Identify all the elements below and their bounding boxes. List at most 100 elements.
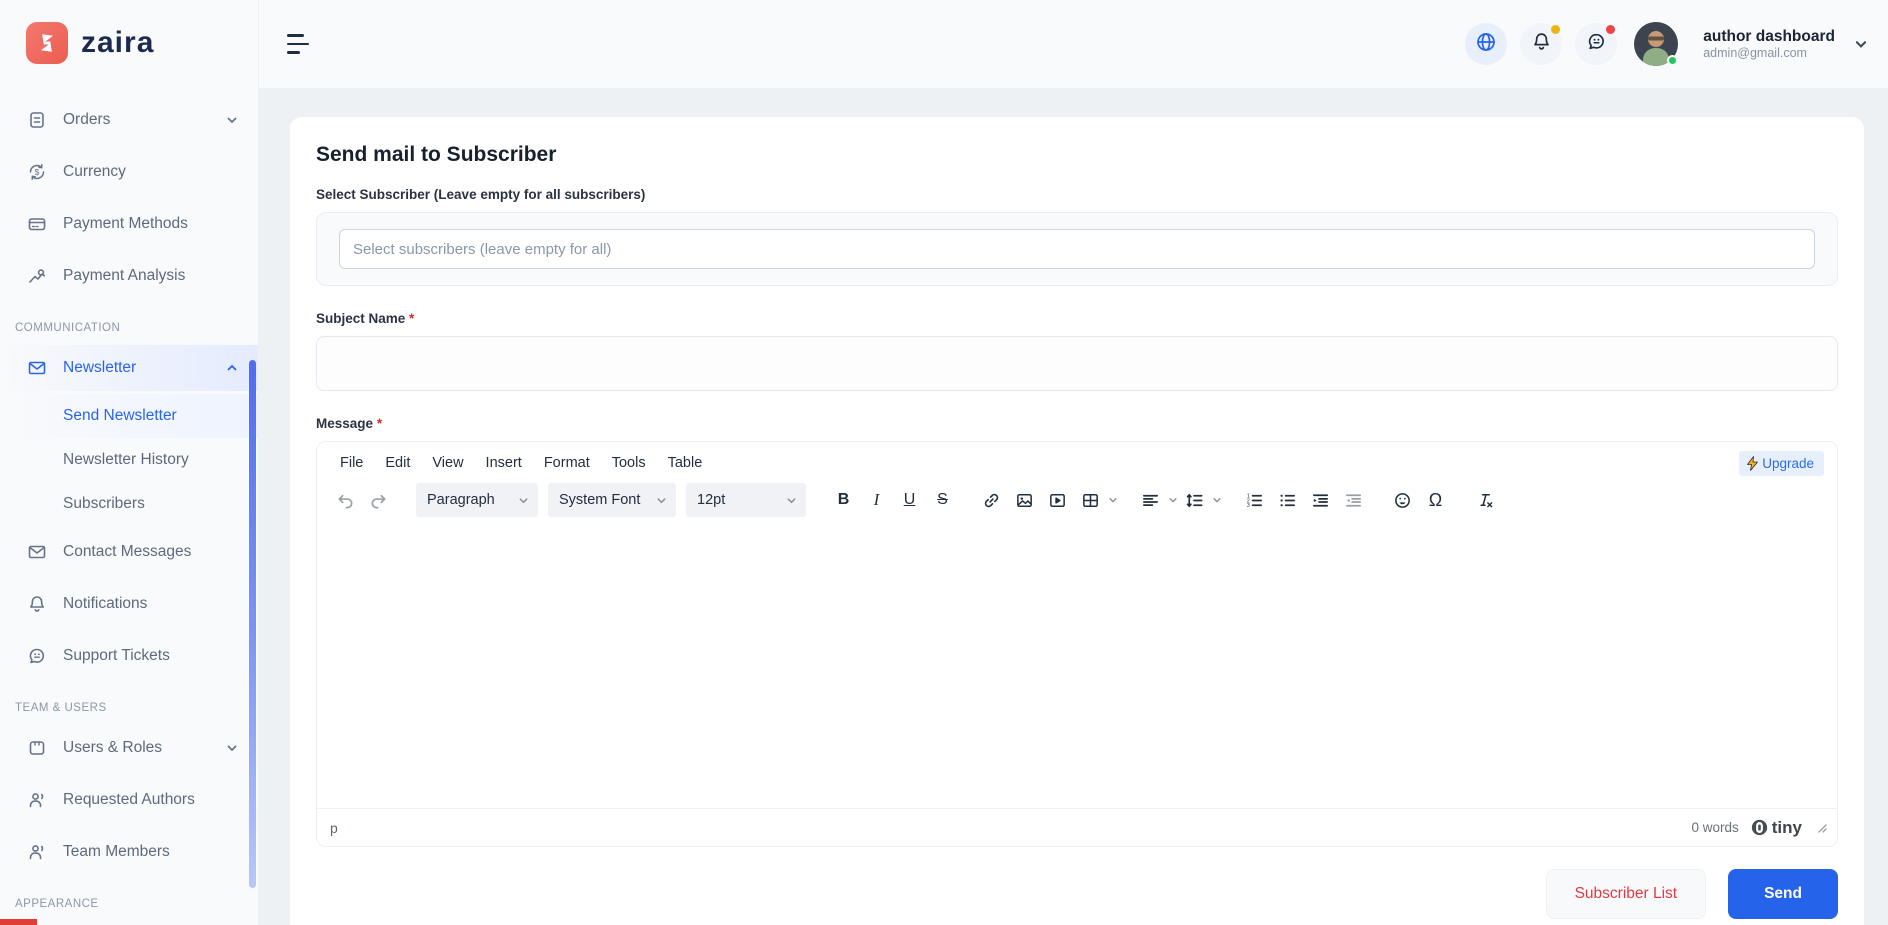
strikethrough-button[interactable]: S bbox=[926, 483, 959, 517]
bell-icon bbox=[1531, 31, 1552, 57]
bold-button[interactable]: B bbox=[827, 483, 860, 517]
notifications-button[interactable] bbox=[1520, 23, 1563, 65]
sidebar-item-label: Orders bbox=[63, 111, 111, 128]
font-size-select[interactable]: 12pt bbox=[686, 483, 806, 517]
sidebar-subitem-subscribers[interactable]: Subscribers bbox=[0, 482, 258, 526]
globe-icon bbox=[1475, 31, 1497, 58]
sidebar-item-label: Payment Methods bbox=[63, 215, 188, 232]
insert-link-button[interactable] bbox=[975, 483, 1008, 517]
sidebar-subitem-newsletter-history[interactable]: Newsletter History bbox=[0, 438, 258, 482]
sidebar-item-users-roles[interactable]: Users & Roles bbox=[0, 722, 258, 774]
sidebar-item-label: Requested Authors bbox=[63, 791, 195, 808]
bullet-list-button[interactable] bbox=[1271, 483, 1304, 517]
editor-content-area[interactable] bbox=[317, 526, 1837, 808]
menu-table[interactable]: Table bbox=[658, 451, 713, 475]
required-asterisk: * bbox=[376, 416, 383, 431]
sidebar-item-team-members[interactable]: Team Members bbox=[0, 826, 258, 878]
user-name: author dashboard bbox=[1703, 27, 1835, 45]
insert-image-button[interactable] bbox=[1008, 483, 1041, 517]
sidebar-item-contact-messages[interactable]: Contact Messages bbox=[0, 526, 258, 578]
page-title: Send mail to Subscriber bbox=[316, 143, 557, 166]
notifications-icon bbox=[26, 594, 48, 614]
align-button[interactable] bbox=[1134, 483, 1178, 517]
menu-format[interactable]: Format bbox=[534, 451, 600, 475]
sidebar-item-support-tickets[interactable]: Support Tickets bbox=[0, 630, 258, 682]
sidebar-item-payment-analysis[interactable]: Payment Analysis bbox=[0, 250, 258, 302]
menu-tools[interactable]: Tools bbox=[602, 451, 656, 475]
undo-button[interactable] bbox=[329, 483, 362, 517]
outdent-button[interactable] bbox=[1337, 483, 1370, 517]
sidebar-item-currency[interactable]: $ Currency bbox=[0, 146, 258, 198]
upgrade-button[interactable]: Upgrade bbox=[1739, 451, 1824, 476]
chevron-down-icon bbox=[226, 742, 238, 754]
menu-view[interactable]: View bbox=[422, 451, 473, 475]
sidebar-item-payment-methods[interactable]: Payment Methods bbox=[0, 198, 258, 250]
indent-button[interactable] bbox=[1304, 483, 1337, 517]
editor-menubar: File Edit View Insert Format Tools Table… bbox=[317, 442, 1837, 478]
insert-media-button[interactable] bbox=[1041, 483, 1074, 517]
subscriber-list-button[interactable]: Subscriber List bbox=[1545, 869, 1707, 919]
word-count[interactable]: 0 words bbox=[1691, 820, 1738, 835]
ordered-list-button[interactable]: 123 bbox=[1238, 483, 1271, 517]
sidebar-item-label: Support Tickets bbox=[63, 647, 170, 664]
redo-button[interactable] bbox=[362, 483, 395, 517]
lightning-icon bbox=[1747, 456, 1759, 471]
editor-statusbar: p 0 words tiny bbox=[317, 808, 1837, 846]
clear-formatting-button[interactable] bbox=[1468, 483, 1501, 517]
element-path[interactable]: p bbox=[330, 820, 338, 836]
font-family-select[interactable]: System Font bbox=[548, 483, 676, 517]
sidebar-item-label: Team Members bbox=[63, 843, 170, 860]
newsletter-icon bbox=[26, 358, 48, 378]
user-info[interactable]: author dashboard admin@gmail.com bbox=[1703, 27, 1835, 62]
user-email: admin@gmail.com bbox=[1703, 45, 1807, 60]
requested-authors-icon bbox=[26, 790, 48, 810]
sidebar-toggle-button[interactable] bbox=[287, 34, 313, 54]
sidebar-item-orders[interactable]: Orders bbox=[0, 94, 258, 146]
tinymce-logo[interactable]: tiny bbox=[1751, 818, 1802, 838]
paragraph-format-select[interactable]: Paragraph bbox=[416, 483, 538, 517]
sidebar-item-label: Currency bbox=[63, 163, 126, 180]
sidebar-item-newsletter[interactable]: Newsletter bbox=[0, 345, 258, 391]
chevron-down-icon bbox=[1168, 495, 1178, 505]
subject-input[interactable] bbox=[316, 336, 1838, 391]
sidebar-item-requested-authors[interactable]: Requested Authors bbox=[0, 774, 258, 826]
main-content: Send mail to Subscriber Select Subscribe… bbox=[259, 88, 1888, 925]
language-button[interactable] bbox=[1465, 23, 1508, 65]
sidebar-section-appearance: APPEARANCE bbox=[15, 898, 99, 910]
sidebar-item-label: Users & Roles bbox=[63, 739, 163, 756]
menu-edit[interactable]: Edit bbox=[375, 451, 420, 475]
rich-text-editor: File Edit View Insert Format Tools Table… bbox=[316, 441, 1838, 847]
messages-button[interactable] bbox=[1575, 23, 1618, 65]
sidebar-subitem-send-newsletter[interactable]: Send Newsletter bbox=[0, 394, 258, 438]
special-character-button[interactable]: Ω bbox=[1419, 483, 1452, 517]
send-mail-card: Send mail to Subscriber Select Subscribe… bbox=[290, 117, 1864, 925]
chevron-down-icon bbox=[1108, 495, 1118, 505]
menu-insert[interactable]: Insert bbox=[476, 451, 532, 475]
line-height-button[interactable] bbox=[1178, 483, 1222, 517]
team-members-icon bbox=[26, 842, 48, 862]
sidebar-item-label: Payment Analysis bbox=[63, 267, 186, 284]
brand-logo[interactable]: zaira bbox=[0, 0, 258, 74]
right-column: author dashboard admin@gmail.com Send ma… bbox=[259, 0, 1888, 925]
notification-badge bbox=[1551, 25, 1561, 34]
sidebar-section-communication: COMMUNICATION bbox=[15, 322, 121, 334]
tiny-logo-icon bbox=[1751, 819, 1767, 836]
top-header: author dashboard admin@gmail.com bbox=[259, 0, 1888, 88]
menu-file[interactable]: File bbox=[330, 451, 373, 475]
insert-table-button[interactable] bbox=[1074, 483, 1118, 517]
send-button[interactable]: Send bbox=[1728, 869, 1838, 919]
sidebar-item-notifications[interactable]: Notifications bbox=[0, 578, 258, 630]
sidebar-subitem-label: Send Newsletter bbox=[63, 407, 177, 424]
subscriber-select-input[interactable] bbox=[339, 229, 1815, 269]
underline-button[interactable]: U bbox=[893, 483, 926, 517]
app-root: zaira Orders $ Currency Payment Methods … bbox=[0, 0, 1888, 925]
italic-button[interactable]: I bbox=[860, 483, 893, 517]
payment-methods-icon bbox=[26, 214, 48, 234]
user-menu-chevron-icon[interactable] bbox=[1854, 37, 1868, 51]
sidebar-scrollbar[interactable] bbox=[249, 360, 256, 888]
resize-handle[interactable] bbox=[1816, 822, 1827, 833]
emoticon-button[interactable] bbox=[1386, 483, 1419, 517]
chevron-down-icon bbox=[226, 114, 238, 126]
user-avatar[interactable] bbox=[1634, 22, 1679, 66]
contact-messages-icon bbox=[26, 542, 48, 562]
